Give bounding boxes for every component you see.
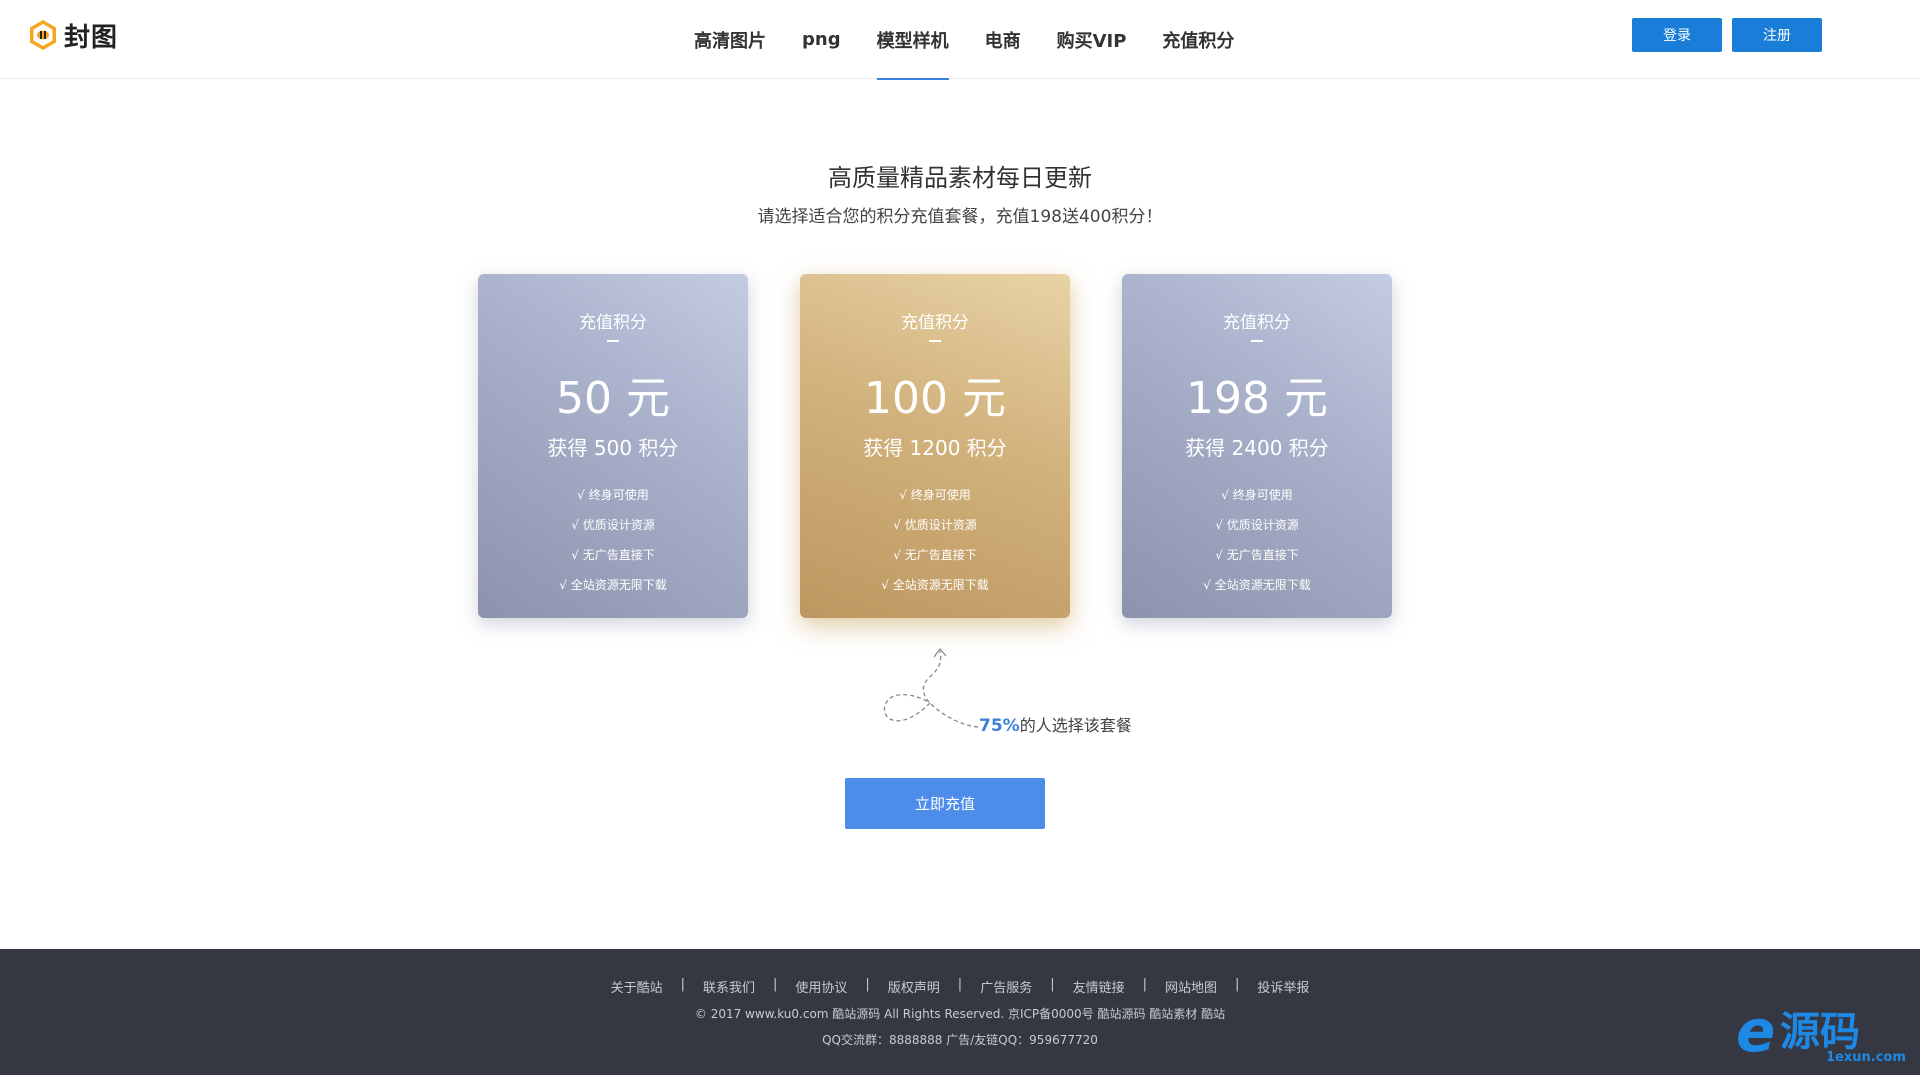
footer-separator: | — [1142, 977, 1147, 992]
nav-item-mockups[interactable]: 模型样机 — [859, 0, 967, 80]
nav-item-recharge-points[interactable]: 充值积分 — [1144, 0, 1252, 79]
plan-feature: √ 优质设计资源 — [1215, 518, 1299, 532]
recharge-now-button[interactable]: 立即充值 — [845, 778, 1045, 829]
plan-points: 获得 2400 积分 — [1185, 436, 1329, 460]
plan-feature: √ 全站资源无限下载 — [881, 578, 989, 592]
plan-divider — [1251, 340, 1263, 342]
plan-title: 充值积分 — [1223, 313, 1291, 333]
plan-feature: √ 全站资源无限下载 — [559, 578, 667, 592]
plan-card-198[interactable]: 充值积分 198 元 获得 2400 积分 √ 终身可使用 √ 优质设计资源 √… — [1122, 274, 1392, 618]
footer-separator: | — [865, 977, 870, 992]
nav-item-png[interactable]: png — [784, 0, 859, 79]
plan-feature: √ 终身可使用 — [1221, 488, 1293, 502]
plan-title: 充值积分 — [579, 313, 647, 333]
footer-link-about[interactable]: 关于酷站 — [611, 977, 663, 996]
nav-item-ecommerce[interactable]: 电商 — [967, 0, 1039, 79]
plan-points: 获得 500 积分 — [547, 436, 679, 460]
logo-text: 封图 — [64, 22, 119, 53]
plan-title: 充值积分 — [901, 313, 969, 333]
plan-price: 100 元 — [864, 373, 1006, 424]
plan-feature: √ 无广告直接下 — [1215, 548, 1299, 562]
plan-card-100[interactable]: 充值积分 100 元 获得 1200 积分 √ 终身可使用 √ 优质设计资源 √… — [800, 274, 1070, 618]
dashed-arrow-icon — [883, 647, 979, 728]
plan-feature: √ 优质设计资源 — [571, 518, 655, 532]
nav-item-hd-images[interactable]: 高清图片 — [676, 0, 784, 79]
main-nav: 高清图片 png 模型样机 电商 购买VIP 充值积分 — [676, 0, 1252, 80]
watermark-logo: e 源码 1exun.com — [1736, 1001, 1906, 1065]
site-logo[interactable]: 封图 — [28, 17, 118, 53]
login-button[interactable]: 登录 — [1632, 18, 1722, 52]
plan-price: 198 元 — [1186, 373, 1328, 424]
footer-separator: | — [772, 977, 778, 992]
footer-link-ads[interactable]: 广告服务 — [980, 977, 1032, 996]
plan-features: √ 终身可使用 √ 优质设计资源 √ 无广告直接下 √ 全站资源无限下载 — [800, 480, 1070, 600]
plan-feature: √ 无广告直接下 — [893, 548, 977, 562]
plan-feature: √ 无广告直接下 — [571, 548, 655, 562]
footer-link-terms[interactable]: 使用协议 — [795, 977, 847, 996]
plan-feature: √ 全站资源无限下载 — [1203, 578, 1311, 592]
svg-text:1exun.com: 1exun.com — [1826, 1050, 1906, 1065]
footer-link-copyright[interactable]: 版权声明 — [888, 977, 940, 996]
bee-logo-icon — [28, 19, 58, 51]
footer-separator: | — [1235, 977, 1240, 992]
footer-link-sitemap[interactable]: 网站地图 — [1165, 977, 1217, 996]
plan-features: √ 终身可使用 √ 优质设计资源 √ 无广告直接下 √ 全站资源无限下载 — [1122, 480, 1392, 600]
plan-divider — [929, 340, 941, 342]
footer-links: 关于酷站 | 联系我们 | 使用协议 | 版权声明 | 广告服务 | 友情链接 … — [0, 977, 1920, 996]
footer-copyright: © 2017 www.ku0.com 酷站源码 All Rights Reser… — [694, 1007, 1226, 1021]
plan-feature: √ 终身可使用 — [899, 488, 971, 502]
svg-text:e: e — [1736, 1001, 1775, 1065]
popular-stat: 75%的人选择该套餐 — [979, 712, 1132, 736]
auth-buttons: 登录 注册 — [1632, 18, 1822, 52]
page-headline: 高质量精品素材每日更新 — [828, 164, 1092, 192]
plan-divider — [607, 340, 619, 342]
plan-feature: √ 终身可使用 — [577, 488, 649, 502]
page-subline: 请选择适合您的积分充值套餐，充值198送400积分！ — [757, 207, 1163, 227]
footer-separator: | — [957, 977, 963, 992]
footer-separator: | — [1050, 977, 1055, 992]
nav-item-buy-vip[interactable]: 购买VIP — [1039, 0, 1145, 79]
top-header: 封图 高清图片 png 模型样机 电商 购买VIP 充值积分 登录 注册 — [0, 0, 1920, 80]
footer-separator: | — [680, 977, 685, 992]
footer-link-friend-links[interactable]: 友情链接 — [1073, 977, 1125, 996]
site-footer: 关于酷站 | 联系我们 | 使用协议 | 版权声明 | 广告服务 | 友情链接 … — [0, 949, 1920, 1075]
plan-feature: √ 优质设计资源 — [893, 518, 977, 532]
footer-link-report[interactable]: 投诉举报 — [1257, 977, 1309, 996]
plan-points: 获得 1200 积分 — [863, 436, 1007, 460]
plan-price: 50 元 — [556, 373, 670, 424]
stat-text: 的人选择该套餐 — [1019, 716, 1132, 735]
plan-features: √ 终身可使用 √ 优质设计资源 √ 无广告直接下 √ 全站资源无限下载 — [478, 480, 748, 600]
plan-card-50[interactable]: 充值积分 50 元 获得 500 积分 √ 终身可使用 √ 优质设计资源 √ 无… — [478, 274, 748, 618]
footer-qq: QQ交流群：8888888 广告/友链QQ：959677720 — [822, 1033, 1098, 1047]
footer-link-contact[interactable]: 联系我们 — [703, 977, 755, 996]
svg-text:源码: 源码 — [1780, 1009, 1860, 1055]
register-button[interactable]: 注册 — [1732, 18, 1822, 52]
stat-percent: 75% — [979, 716, 1020, 736]
plan-cards: 充值积分 50 元 获得 500 积分 √ 终身可使用 √ 优质设计资源 √ 无… — [478, 274, 1392, 618]
